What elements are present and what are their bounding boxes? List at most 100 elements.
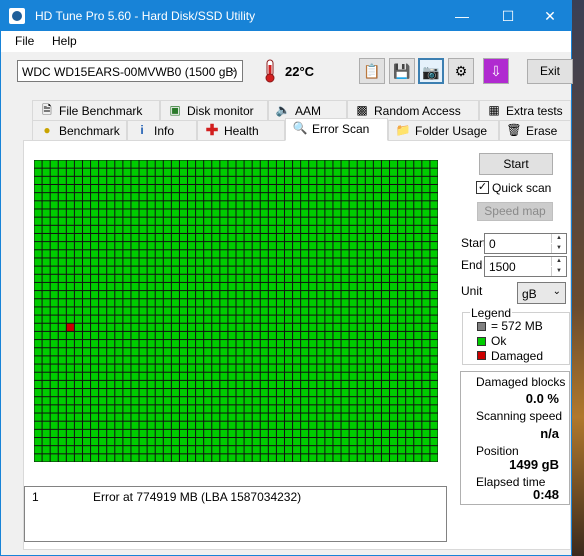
menu-help[interactable]: Help	[52, 34, 77, 48]
ok-block	[50, 380, 58, 389]
ok-block	[107, 446, 115, 454]
ok-block	[390, 348, 398, 356]
ok-block	[212, 217, 220, 225]
ok-block	[204, 258, 212, 266]
ok-block	[163, 291, 171, 299]
ok-block	[293, 209, 301, 217]
tab-health[interactable]: ✚ Health	[197, 120, 285, 140]
quick-scan-checkbox[interactable]: ✓	[476, 181, 489, 194]
ok-block	[50, 340, 58, 348]
drive-select[interactable]: WDC WD15EARS-00MVWB0 (1500 gB) ⌄	[17, 60, 243, 82]
ok-block	[236, 323, 244, 331]
start-input[interactable]: 0 ▲ ▼	[484, 233, 567, 254]
tab-info[interactable]: i Info	[127, 120, 197, 140]
scan-statistics: Damaged blocks 0.0 % Scanning speed n/a …	[460, 371, 570, 505]
ok-block	[115, 372, 123, 380]
list-item[interactable]: 1 Error at 774919 MB (LBA 1587034232)	[25, 490, 446, 506]
ok-block	[188, 201, 196, 209]
end-input[interactable]: 1500 ▲ ▼	[484, 256, 567, 277]
ok-block	[390, 323, 398, 331]
ok-block	[115, 176, 123, 184]
ok-block	[325, 372, 333, 380]
tab-erase[interactable]: 🗑 Erase	[499, 120, 571, 140]
ok-block	[74, 250, 82, 258]
ok-block	[147, 209, 155, 217]
ok-block	[147, 315, 155, 323]
tab-file-benchmark[interactable]: 🗎 File Benchmark	[32, 100, 160, 120]
ok-block	[42, 429, 50, 438]
ok-block	[325, 217, 333, 225]
save-icon[interactable]: 💾	[389, 58, 415, 84]
copy-info-icon[interactable]: 📋	[359, 58, 385, 84]
ok-block	[50, 348, 58, 356]
tab-disk-monitor[interactable]: ▣ Disk monitor	[160, 100, 268, 120]
error-log-list[interactable]: 1 Error at 774919 MB (LBA 1587034232)	[24, 486, 447, 542]
ok-block	[357, 250, 365, 258]
ok-block	[204, 331, 212, 340]
ok-block	[42, 397, 50, 405]
ok-block	[147, 168, 155, 176]
ok-block	[212, 389, 220, 397]
ok-block	[309, 282, 317, 291]
spin-up-icon[interactable]: ▲	[551, 234, 566, 243]
ok-block	[341, 209, 349, 217]
tab-aam[interactable]: 🔈 AAM	[268, 100, 347, 120]
ok-block	[163, 266, 171, 274]
ok-block	[171, 225, 179, 233]
menu-file[interactable]: File	[15, 34, 34, 48]
start-button[interactable]: Start	[479, 153, 553, 175]
ok-block	[309, 380, 317, 389]
ok-block	[115, 266, 123, 274]
ok-block	[228, 209, 236, 217]
ok-block	[188, 299, 196, 307]
tab-benchmark[interactable]: ● Benchmark	[32, 120, 127, 140]
ok-block	[196, 209, 204, 217]
ok-block	[293, 421, 301, 429]
tab-error-scan[interactable]: 🔍 Error Scan	[285, 118, 388, 141]
download-icon[interactable]: ⇩	[483, 58, 509, 84]
ok-block	[252, 348, 260, 356]
unit-select[interactable]: gB ⌄	[517, 282, 566, 304]
ok-block	[373, 315, 381, 323]
ok-block	[357, 201, 365, 209]
maximize-icon[interactable]: ☐	[485, 1, 531, 31]
ok-block	[228, 364, 236, 372]
close-icon[interactable]: ✕	[527, 1, 573, 31]
ok-block	[204, 282, 212, 291]
speed-map-button[interactable]: Speed map	[477, 202, 553, 221]
ok-block	[212, 429, 220, 438]
ok-block	[196, 233, 204, 242]
ok-block	[357, 356, 365, 364]
spin-up-icon[interactable]: ▲	[551, 257, 566, 266]
ok-block	[123, 274, 131, 282]
tab-extra-tests[interactable]: ▦ Extra tests	[479, 100, 571, 120]
ok-block	[188, 356, 196, 364]
tab-folder-usage[interactable]: 📁 Folder Usage	[388, 120, 499, 140]
ok-block	[91, 225, 99, 233]
options-icon[interactable]: ⚙	[448, 58, 474, 84]
screenshot-icon[interactable]: 📷	[418, 58, 444, 84]
ok-block	[349, 389, 357, 397]
ok-block	[115, 446, 123, 454]
ok-block	[252, 242, 260, 250]
ok-block	[365, 299, 373, 307]
ok-block	[276, 405, 284, 413]
tab-random-access[interactable]: ▩ Random Access	[347, 100, 479, 120]
minimize-icon[interactable]: —	[439, 1, 485, 31]
exit-button[interactable]: Exit	[527, 59, 573, 84]
ok-block	[301, 209, 309, 217]
spin-down-icon[interactable]: ▼	[551, 244, 566, 253]
ok-block	[268, 176, 276, 184]
ok-block	[414, 217, 422, 225]
ok-block	[276, 307, 284, 315]
ok-block	[123, 380, 131, 389]
ok-block	[155, 380, 163, 389]
ok-block	[34, 413, 42, 421]
ok-block	[365, 274, 373, 282]
ok-block	[373, 454, 381, 462]
ok-block	[204, 225, 212, 233]
ok-block	[196, 217, 204, 225]
ok-block	[107, 372, 115, 380]
ok-block	[58, 225, 66, 233]
spin-down-icon[interactable]: ▼	[551, 267, 566, 276]
